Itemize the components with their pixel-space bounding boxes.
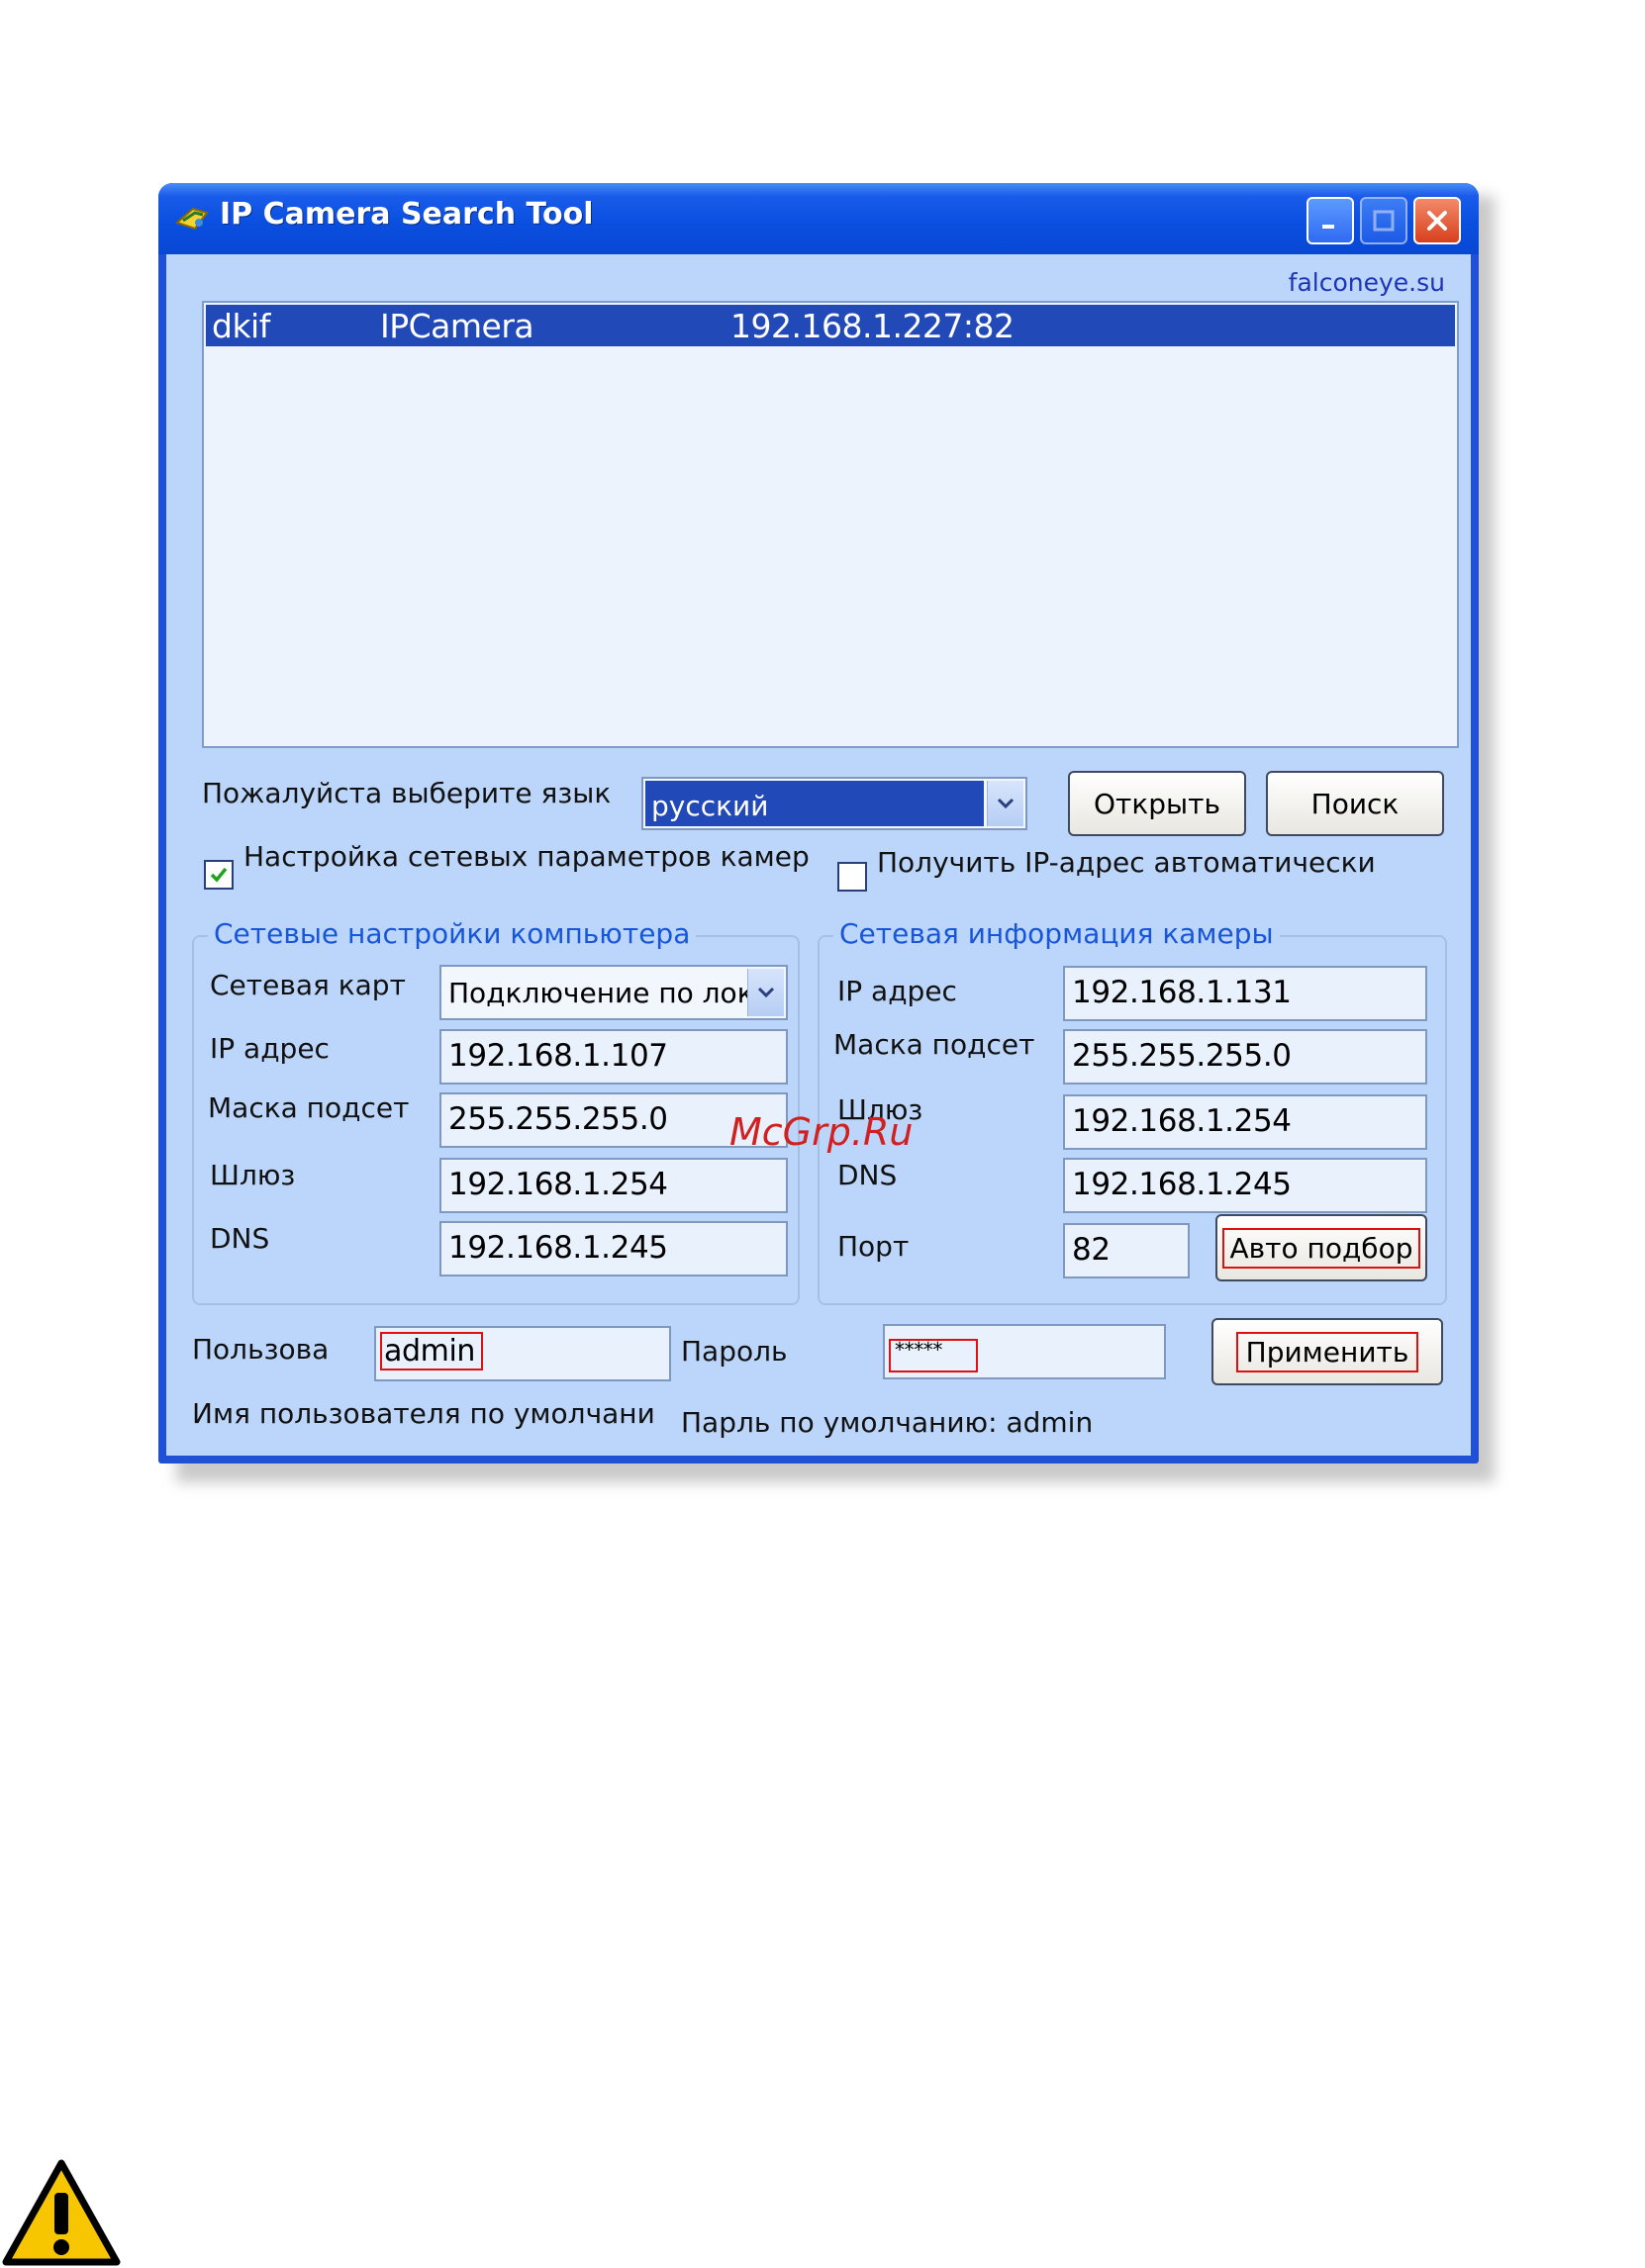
pc-mask-label: Маска подсет <box>208 1091 410 1124</box>
user-hint: Имя пользователя по умолчани <box>192 1397 655 1430</box>
device-type: IPCamera <box>380 307 534 345</box>
checkmark-icon <box>210 867 228 883</box>
website-link[interactable]: falconeye.su <box>1289 268 1445 297</box>
password-field[interactable]: ***** <box>883 1324 1166 1379</box>
user-field[interactable]: admin <box>374 1326 671 1381</box>
cam-mask-field[interactable]: 255.255.255.0 <box>1063 1029 1427 1085</box>
pc-ip-label: IP адрес <box>210 1032 330 1065</box>
minimize-icon <box>1322 225 1334 229</box>
chevron-down-icon <box>757 987 775 998</box>
list-item[interactable]: dkif IPCamera 192.168.1.227:82 <box>206 305 1455 346</box>
window-title: IP Camera Search Tool <box>220 197 594 232</box>
auto-select-label: Авто подбор <box>1221 1227 1421 1269</box>
app-icon <box>175 207 209 231</box>
cam-port-label: Порт <box>837 1230 910 1263</box>
adapter-select[interactable]: Подключение по лок <box>439 965 788 1020</box>
apply-label: Применить <box>1235 1331 1419 1372</box>
apply-button[interactable]: Применить <box>1211 1318 1443 1385</box>
open-button[interactable]: Открыть <box>1068 771 1246 836</box>
close-icon <box>1427 211 1447 231</box>
pc-ip-field[interactable]: 192.168.1.107 <box>439 1029 788 1085</box>
user-value: admin <box>380 1332 483 1370</box>
language-selected: русский <box>645 781 984 826</box>
user-label: Пользова <box>192 1333 330 1366</box>
warning-icon <box>2 2159 121 2266</box>
auto-ip-label: Получить IP-адрес автоматически <box>877 846 1376 879</box>
cam-ip-field[interactable]: 192.168.1.131 <box>1063 966 1427 1021</box>
device-name: dkif <box>212 307 270 345</box>
adapter-dropdown-arrow[interactable] <box>747 969 784 1016</box>
adapter-label: Сетевая карт <box>210 969 406 1001</box>
pc-gateway-label: Шлюз <box>210 1159 296 1191</box>
auto-select-button[interactable]: Авто подбор <box>1215 1214 1427 1281</box>
network-setup-checkbox[interactable] <box>204 860 234 890</box>
cam-ip-label: IP адрес <box>837 975 957 1007</box>
network-setup-label: Настройка сетевых параметров камер <box>243 840 810 873</box>
language-select[interactable]: русский <box>641 777 1027 830</box>
app-window: IP Camera Search Tool falconeye.su dkif … <box>158 183 1479 1464</box>
cam-mask-label: Маска подсет <box>833 1028 1035 1061</box>
client-area: falconeye.su dkif IPCamera 192.168.1.227… <box>166 254 1471 1456</box>
auto-ip-checkbox[interactable] <box>837 862 867 892</box>
pc-gateway-field[interactable]: 192.168.1.254 <box>439 1158 788 1213</box>
password-label: Пароль <box>681 1335 788 1368</box>
title-bar[interactable]: IP Camera Search Tool <box>158 183 1479 254</box>
chevron-down-icon <box>997 798 1015 809</box>
search-button[interactable]: Поиск <box>1266 771 1444 836</box>
camera-info-title: Сетевая информация камеры <box>833 917 1280 950</box>
password-hint: Парль по умолчанию: admin <box>681 1406 1094 1439</box>
close-button[interactable] <box>1413 197 1461 244</box>
cam-gateway-field[interactable]: 192.168.1.254 <box>1063 1094 1427 1150</box>
pc-dns-field[interactable]: 192.168.1.245 <box>439 1221 788 1276</box>
pc-dns-label: DNS <box>210 1222 270 1255</box>
device-list[interactable]: dkif IPCamera 192.168.1.227:82 <box>202 301 1459 748</box>
cam-dns-field[interactable]: 192.168.1.245 <box>1063 1158 1427 1213</box>
cam-port-field[interactable]: 82 <box>1063 1223 1190 1278</box>
pc-settings-title: Сетевые настройки компьютера <box>208 917 697 950</box>
adapter-value: Подключение по лок <box>448 977 754 1009</box>
minimize-button[interactable] <box>1306 197 1354 244</box>
maximize-icon <box>1373 210 1395 232</box>
device-address: 192.168.1.227:82 <box>730 307 1015 345</box>
cam-dns-label: DNS <box>837 1159 898 1191</box>
maximize-button[interactable] <box>1360 197 1407 244</box>
dropdown-arrow[interactable] <box>987 781 1023 826</box>
password-value: ***** <box>889 1339 978 1372</box>
language-label: Пожалуйста выберите язык <box>202 777 612 809</box>
watermark: McGrp.Ru <box>729 1110 914 1154</box>
